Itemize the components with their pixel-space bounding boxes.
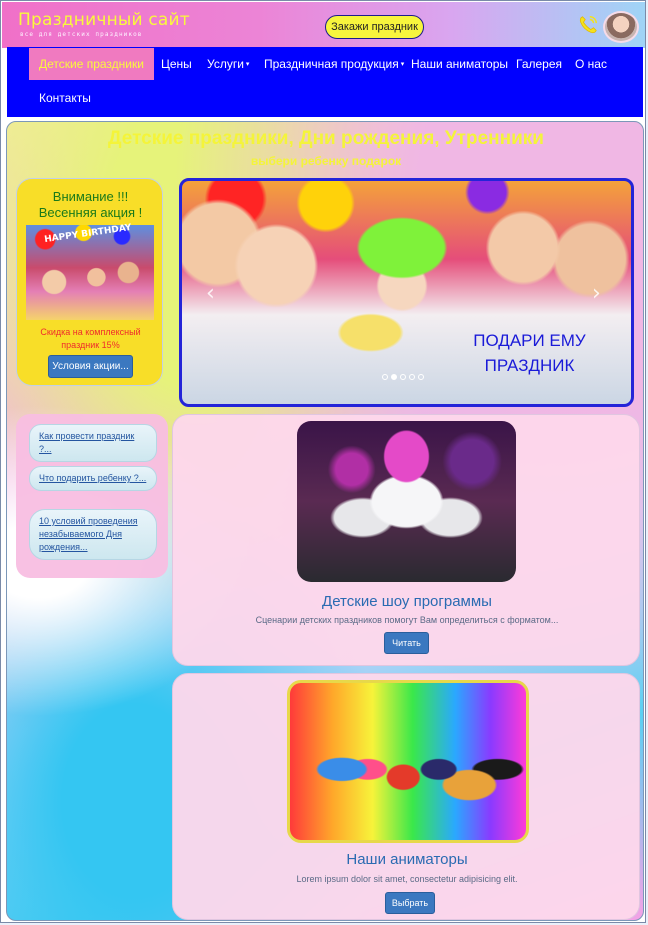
hero-carousel: ‹ › ПОДАРИ ЕМУ ПРАЗДНИК <box>179 178 634 407</box>
spring-promo-box: Внимание !!! Весенняя акция ! HAPPY BIRT… <box>16 178 163 386</box>
nav-item-gallery[interactable]: Галерея <box>506 48 572 80</box>
chevron-down-icon: ▾ <box>245 61 250 68</box>
clown-show-image[interactable] <box>297 421 516 582</box>
main-content: Детские праздники, Дни рождения, Утренни… <box>6 121 644 921</box>
carousel-caption: ПОДАРИ ЕМУ ПРАЗДНИК <box>457 328 602 378</box>
main-navigation: Детские праздники Цены Услуги ▾ Праздничн… <box>7 47 643 117</box>
phone-icon[interactable] <box>577 14 599 36</box>
promo-title-line: Внимание !!! <box>52 189 129 204</box>
carousel-caption-line: ПРАЗДНИК <box>484 356 575 375</box>
nav-item-label: Контакты <box>39 91 91 105</box>
promo-desc-line: праздник 15% <box>61 340 120 350</box>
article-links-panel: Как провести праздник ?... Что подарить … <box>16 414 168 578</box>
card-title[interactable]: Наши аниматоры <box>173 851 641 868</box>
browser-page: Праздничный сайт все для детских праздни… <box>0 0 646 923</box>
site-title[interactable]: Праздничный сайт <box>18 10 190 30</box>
page-subtitle: выбери ребенку подарок <box>250 154 402 168</box>
carousel-caption-line: ПОДАРИ ЕМУ <box>473 331 586 350</box>
nav-item-prices[interactable]: Цены <box>151 48 202 80</box>
choose-button[interactable]: Выбрать <box>385 892 435 914</box>
card-title[interactable]: Детские шоу программы <box>173 593 641 610</box>
carousel-prev-arrow[interactable]: ‹ <box>206 281 215 306</box>
nav-item-animators[interactable]: Наши аниматоры <box>401 48 518 80</box>
promo-title-line: Весенняя акция ! <box>38 205 143 220</box>
carousel-dot[interactable] <box>409 374 415 380</box>
nav-item-label: Наши аниматоры <box>411 57 509 71</box>
promo-party-image[interactable]: HAPPY BIRTHDAY <box>26 222 154 320</box>
site-subtitle: все для детских праздников <box>20 31 143 38</box>
read-button[interactable]: Читать <box>384 632 429 654</box>
promo-description: Скидка на комплексный праздник 15% <box>17 326 164 352</box>
card-description: Сценарии детских праздников помогут Вам … <box>255 615 559 625</box>
promo-desc-line: Скидка на комплексный <box>40 327 141 337</box>
link-what-to-gift[interactable]: Что подарить ребенку ?... <box>29 466 157 491</box>
nav-item-label: Галерея <box>516 57 563 71</box>
nav-item-label: О нас <box>575 57 607 71</box>
link-ten-conditions[interactable]: 10 условий проведения незабываемого Дня … <box>29 509 157 560</box>
carousel-dot[interactable] <box>382 374 388 380</box>
card-animators: Наши аниматоры Lorem ipsum dolor sit ame… <box>172 673 640 920</box>
carousel-dot[interactable] <box>418 374 424 380</box>
card-description: Lorem ipsum dolor sit amet, consectetur … <box>296 874 518 884</box>
operator-avatar[interactable] <box>603 11 639 43</box>
nav-item-contacts[interactable]: Контакты <box>29 82 101 114</box>
nav-item-label: Праздничная продукция <box>264 57 399 71</box>
nav-item-label: Цены <box>161 57 192 71</box>
site-header: Праздничный сайт все для детских праздни… <box>2 2 645 48</box>
promo-terms-button[interactable]: Условия акции... <box>48 355 133 378</box>
nav-item-about[interactable]: О нас <box>565 48 617 80</box>
order-party-button[interactable]: Закажи праздник <box>325 15 424 39</box>
nav-item-label: Услуги <box>207 57 244 71</box>
link-how-to-hold-party[interactable]: Как провести праздник ?... <box>29 424 157 462</box>
nav-item-festive-products[interactable]: Праздничная продукция ▾ <box>254 48 414 80</box>
carousel-dot-active[interactable] <box>391 374 397 380</box>
animators-image[interactable] <box>287 680 529 843</box>
page-title: Детские праздники, Дни рождения, Утренни… <box>108 128 544 149</box>
carousel-indicators <box>382 374 424 380</box>
carousel-dot[interactable] <box>400 374 406 380</box>
nav-item-kids-parties[interactable]: Детские праздники <box>29 48 154 80</box>
nav-item-services[interactable]: Услуги ▾ <box>197 48 259 80</box>
nav-item-label: Детские праздники <box>39 57 144 71</box>
carousel-next-arrow[interactable]: › <box>592 281 601 306</box>
promo-image-caption: HAPPY BIRTHDAY <box>43 222 133 246</box>
promo-title: Внимание !!! Весенняя акция ! <box>17 189 164 221</box>
card-show-programs: Детские шоу программы Сценарии детских п… <box>172 414 640 666</box>
